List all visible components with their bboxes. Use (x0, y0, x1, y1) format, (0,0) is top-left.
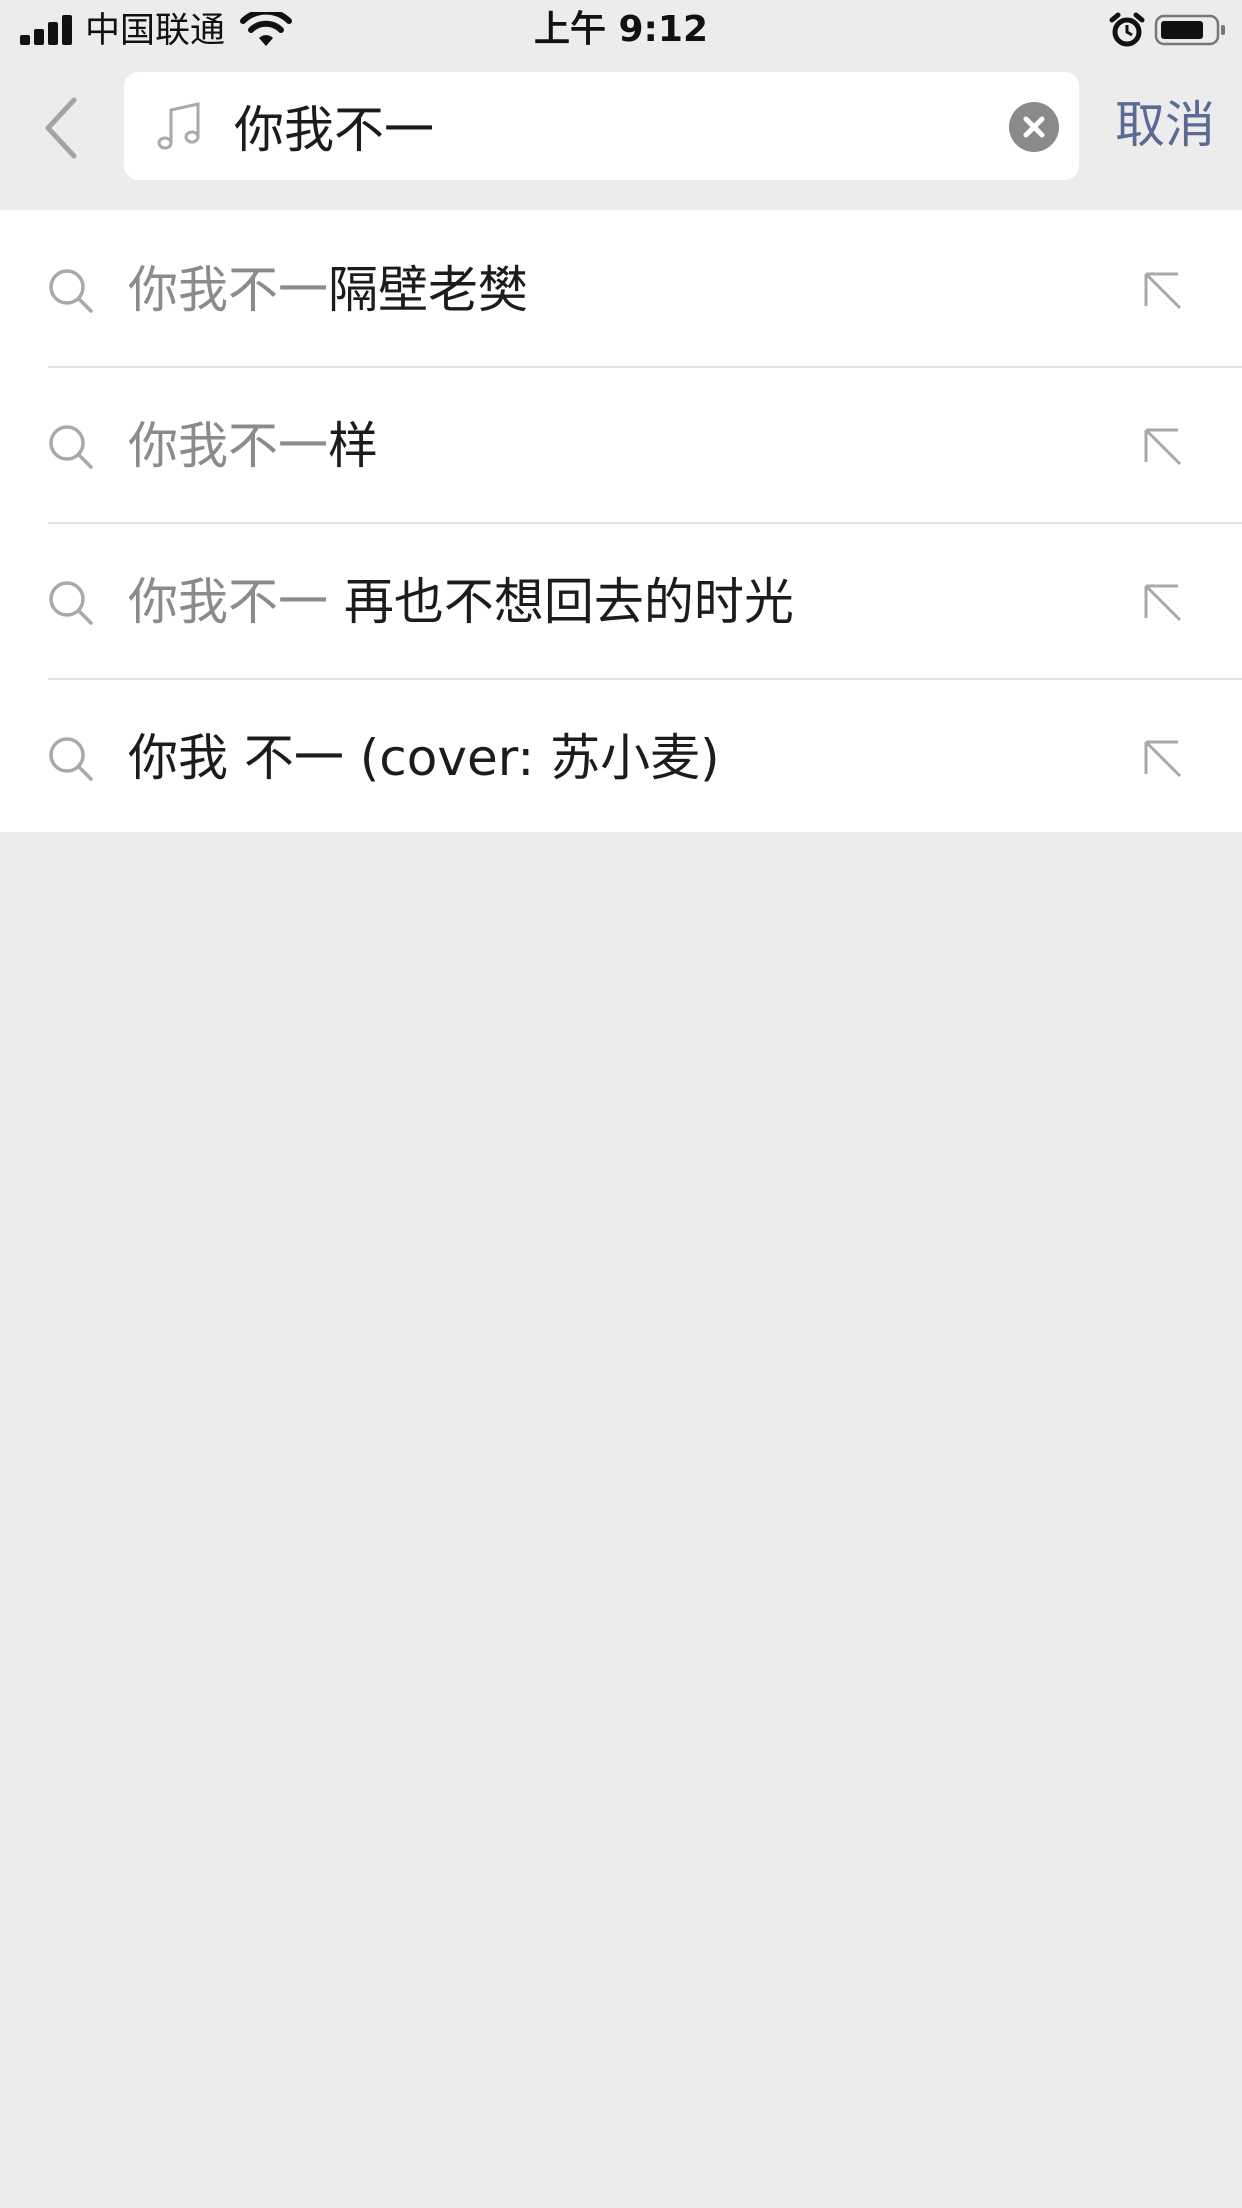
suggestion-match-text: 你我不一 (128, 417, 328, 475)
suggestion-rest-text: 样 (328, 417, 378, 475)
search-input[interactable] (234, 72, 974, 180)
clear-search-button[interactable] (1009, 102, 1059, 152)
suggestion-label: 你我 不一 (cover: 苏小麦) (128, 728, 720, 788)
search-icon (49, 269, 93, 313)
alarm-clock-icon (1109, 12, 1145, 47)
search-icon (49, 581, 93, 625)
cancel-button[interactable]: 取消 (1100, 90, 1230, 160)
suggestion-list: 你我不一隔壁老樊 你我不一样 你我不一 再也不想回去的时光 你我 不一 (cov… (0, 210, 1242, 832)
search-icon (49, 737, 93, 781)
suggestion-label: 你我不一隔壁老樊 (128, 260, 528, 320)
fill-query-arrow-icon[interactable] (1138, 734, 1186, 782)
music-note-icon (157, 102, 200, 150)
suggestion-rest-text: 你我 不一 (cover: 苏小麦) (128, 729, 720, 787)
suggestion-item[interactable]: 你我不一 再也不想回去的时光 (0, 522, 1242, 678)
suggestion-item[interactable]: 你我 不一 (cover: 苏小麦) (0, 678, 1242, 834)
suggestion-rest-text: 再也不想回去的时光 (328, 573, 794, 631)
chevron-left-icon (45, 97, 77, 159)
search-icon (49, 425, 93, 469)
suggestion-match-text: 你我不一 (128, 261, 328, 319)
status-bar: 中国联通 上午 9:12 (0, 0, 1242, 62)
search-header: 取消 (0, 62, 1242, 210)
suggestion-label: 你我不一 再也不想回去的时光 (128, 572, 794, 632)
suggestion-item[interactable]: 你我不一隔壁老樊 (0, 210, 1242, 366)
search-box (124, 72, 1079, 180)
fill-query-arrow-icon[interactable] (1138, 422, 1186, 470)
fill-query-arrow-icon[interactable] (1138, 578, 1186, 626)
close-icon (1023, 116, 1045, 138)
suggestion-match-text: 你我不一 (128, 573, 328, 631)
suggestion-item[interactable]: 你我不一样 (0, 366, 1242, 522)
suggestion-label: 你我不一样 (128, 416, 378, 476)
back-button[interactable] (36, 92, 92, 164)
status-time: 上午 9:12 (533, 9, 709, 50)
suggestion-rest-text: 隔壁老樊 (328, 261, 528, 319)
fill-query-arrow-icon[interactable] (1138, 266, 1186, 314)
battery-icon (1154, 14, 1225, 46)
